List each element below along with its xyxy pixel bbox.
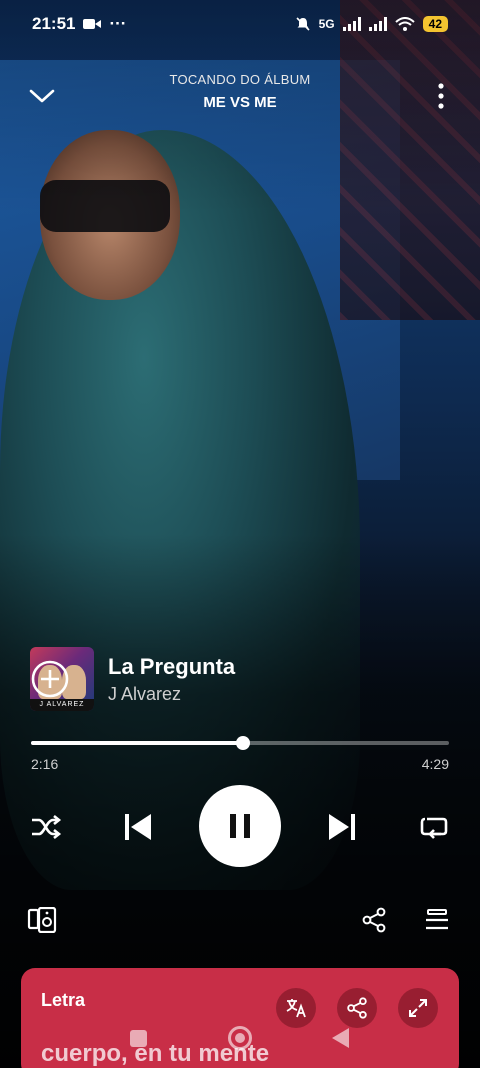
- add-to-library-button[interactable]: [30, 659, 70, 699]
- shuffle-button[interactable]: [28, 809, 64, 845]
- add-circle-icon: [31, 660, 69, 698]
- previous-track-button[interactable]: [118, 807, 158, 847]
- player-header: TOCANDO DO ÁLBUM ME VS ME: [0, 70, 480, 120]
- total-duration: 4:29: [421, 756, 449, 772]
- share-icon: [362, 907, 386, 933]
- share-button[interactable]: [358, 904, 390, 936]
- playback-times: 2:16 4:29: [31, 756, 449, 772]
- translate-icon: [286, 999, 306, 1018]
- wifi-icon: [394, 17, 415, 31]
- playback-controls: [0, 783, 480, 869]
- cover-caption: J ALVAREZ: [30, 699, 94, 711]
- recents-button[interactable]: [130, 1030, 147, 1047]
- playing-context-label: TOCANDO DO ÁLBUM: [169, 72, 311, 87]
- battery-badge: 42: [422, 16, 448, 32]
- connect-device-button[interactable]: [26, 904, 58, 936]
- pause-button[interactable]: [199, 785, 281, 867]
- more-options-button[interactable]: [426, 76, 456, 116]
- mute-bell-icon: [296, 17, 310, 31]
- share-icon: [347, 997, 367, 1019]
- track-title[interactable]: La Pregunta: [108, 654, 450, 680]
- more-notifications-icon: ···: [109, 14, 127, 33]
- skip-next-icon: [329, 814, 355, 840]
- queue-icon: [426, 909, 448, 930]
- connect-device-icon: [27, 907, 57, 933]
- seek-bar-handle[interactable]: [235, 736, 250, 750]
- more-vert-icon: [438, 83, 444, 109]
- skip-previous-icon: [125, 814, 151, 840]
- system-navigation-bar: [0, 1022, 480, 1056]
- status-bar: 21:51 ··· 5G 42: [0, 0, 480, 48]
- elapsed-time: 2:16: [31, 756, 59, 772]
- next-track-button[interactable]: [322, 807, 362, 847]
- queue-button[interactable]: [420, 904, 454, 936]
- track-artist[interactable]: J Alvarez: [108, 684, 450, 705]
- lyrics-label: Letra: [41, 990, 86, 1010]
- back-button[interactable]: [332, 1028, 349, 1048]
- network-type: 5G: [318, 17, 335, 31]
- status-time: 21:51: [32, 14, 76, 33]
- expand-icon: [409, 999, 427, 1017]
- seek-bar[interactable]: [31, 736, 449, 750]
- repeat-button[interactable]: [416, 809, 452, 845]
- video-camera-icon: [83, 19, 102, 29]
- seek-bar-fill: [31, 741, 243, 745]
- album-name[interactable]: ME VS ME: [0, 94, 480, 111]
- track-info: J ALVAREZ La Pregunta J Alvarez: [30, 647, 450, 711]
- shuffle-icon: [32, 814, 62, 840]
- signal-icon-2: [368, 17, 387, 31]
- repeat-icon: [420, 817, 448, 839]
- home-button[interactable]: [228, 1026, 252, 1050]
- signal-icon: [342, 17, 361, 31]
- pause-icon: [230, 814, 250, 838]
- secondary-actions: [0, 900, 480, 940]
